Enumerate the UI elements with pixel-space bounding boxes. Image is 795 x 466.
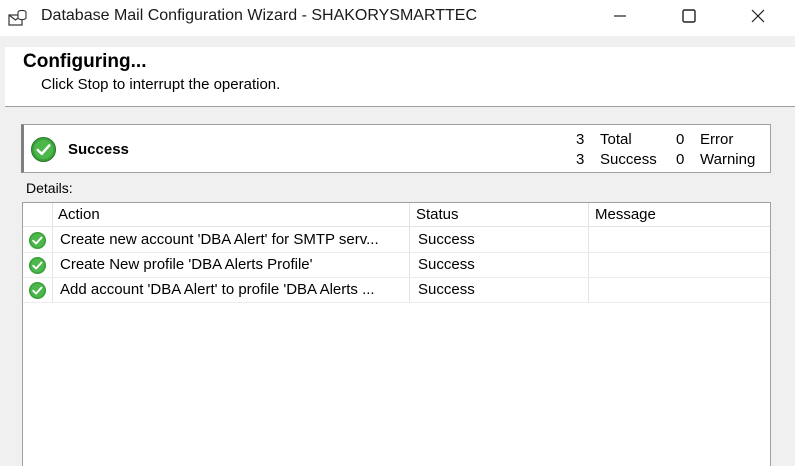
details-label: Details: — [26, 180, 73, 196]
maximize-button[interactable] — [666, 0, 712, 32]
total-count: 3 — [576, 131, 585, 148]
table-header: Action Status Message — [23, 203, 770, 227]
window-title: Database Mail Configuration Wizard - SHA… — [41, 7, 477, 24]
maximize-icon — [682, 9, 696, 23]
database-mail-icon — [8, 9, 27, 26]
row-action: Create New profile 'DBA Alerts Profile' — [60, 256, 313, 273]
column-header-action[interactable]: Action — [58, 206, 100, 223]
row-action: Add account 'DBA Alert' to profile 'DBA … — [60, 281, 375, 298]
error-count: 0 — [676, 131, 685, 148]
table-row[interactable]: Create new account 'DBA Alert' for SMTP … — [23, 228, 770, 253]
close-icon — [751, 9, 765, 23]
summary-panel: Success 3 Total 0 Error 3 Success 0 Warn… — [21, 124, 771, 173]
column-header-message[interactable]: Message — [595, 206, 656, 223]
success-count: 3 — [576, 151, 585, 168]
success-label: Success — [600, 151, 657, 168]
row-action: Create new account 'DBA Alert' for SMTP … — [60, 231, 379, 248]
page-title: Configuring... — [23, 51, 147, 72]
table-row[interactable]: Create New profile 'DBA Alerts Profile' … — [23, 253, 770, 278]
overall-status: Success — [68, 141, 129, 158]
row-status: Success — [418, 256, 475, 273]
table-row[interactable]: Add account 'DBA Alert' to profile 'DBA … — [23, 278, 770, 303]
page-subtitle: Click Stop to interrupt the operation. — [41, 76, 281, 93]
minimize-icon — [614, 15, 626, 17]
error-label: Error — [700, 131, 734, 148]
warning-count: 0 — [676, 151, 685, 168]
close-button[interactable] — [735, 0, 781, 32]
row-status: Success — [418, 231, 475, 248]
success-check-icon — [28, 231, 47, 250]
row-status: Success — [418, 281, 475, 298]
details-table[interactable]: Action Status Message Create new account… — [22, 202, 771, 466]
warning-label: Warning — [700, 151, 756, 168]
success-check-icon — [28, 256, 47, 275]
wizard-header: Configuring... Click Stop to interrupt t… — [5, 47, 795, 107]
title-bar: Database Mail Configuration Wizard - SHA… — [0, 0, 795, 36]
minimize-button[interactable] — [597, 0, 643, 32]
total-label: Total — [600, 131, 632, 148]
success-check-icon — [30, 136, 57, 163]
success-check-icon — [28, 281, 47, 300]
column-header-status[interactable]: Status — [416, 206, 459, 223]
